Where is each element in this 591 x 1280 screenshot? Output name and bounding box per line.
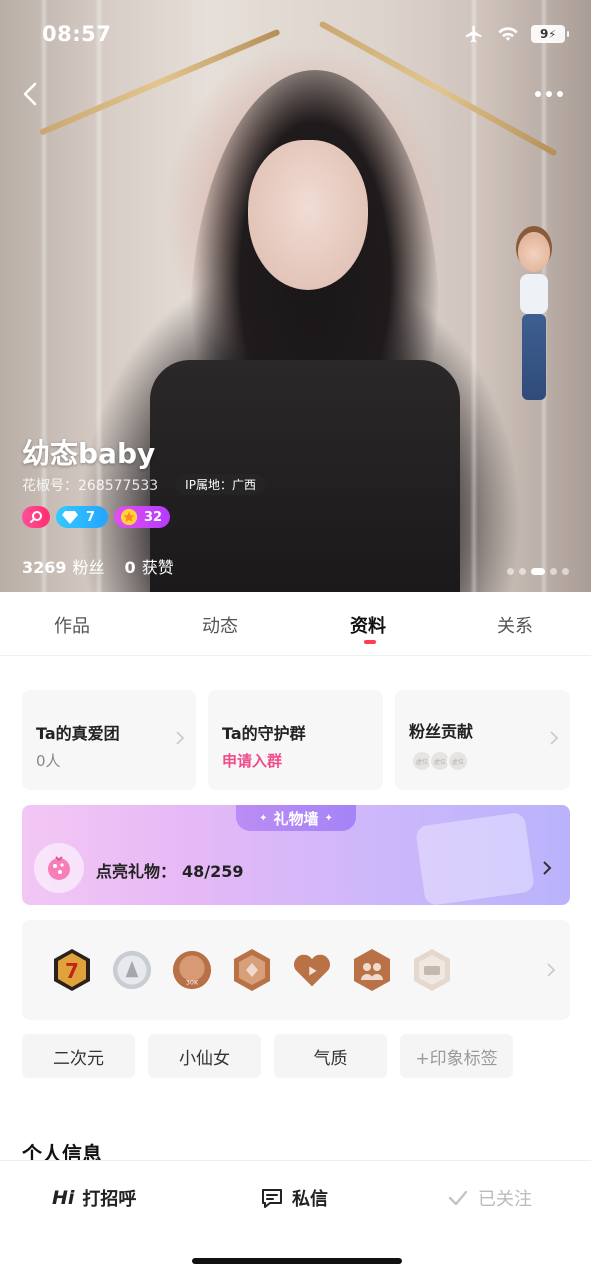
pink-badge-icon — [30, 511, 42, 523]
silver-medal-icon — [112, 950, 152, 990]
star-level-value: 32 — [144, 509, 163, 525]
diamond-icon — [62, 511, 78, 524]
charging-icon: ⚡ — [548, 27, 557, 41]
active-tab-indicator — [364, 640, 376, 644]
status-time: 08:57 — [42, 22, 112, 46]
30k-medal-icon: 30K — [172, 950, 212, 990]
star-icon — [120, 508, 138, 526]
follow-button[interactable]: 已关注 — [446, 1185, 532, 1211]
greet-button[interactable]: Hi 打招呼 — [52, 1185, 136, 1211]
more-options-button[interactable] — [531, 80, 567, 108]
profile-badges: 7 32 — [22, 506, 170, 528]
sparkle-icon: ✦ — [259, 812, 268, 824]
medal-label-30k: 30K — [186, 980, 199, 987]
profile-stats: 3269 粉丝 0 获赞 — [22, 554, 174, 578]
pager-dot — [519, 568, 526, 575]
profile-id-line: 花椒号：268577533 IP属地：广西 — [22, 474, 265, 495]
chevron-right-icon — [550, 731, 559, 745]
heart-play-medal-icon — [293, 954, 331, 987]
profile-tabs: 作品 动态 资料 关系 — [0, 592, 591, 656]
gift-lit-label: 点亮礼物： 48/259 — [96, 858, 244, 882]
gift-wall-banner[interactable]: ✦ 礼物墙 ✦ 点亮礼物： 48/259 — [22, 805, 570, 905]
gift-icon — [34, 843, 84, 893]
impression-tag[interactable]: 二次元 — [22, 1034, 135, 1078]
tab-moments[interactable]: 动态 — [202, 612, 238, 638]
fan-club-card[interactable]: Ta的真爱团 0人 — [22, 690, 196, 790]
greet-label: 打招呼 — [82, 1189, 137, 1210]
fans-label: 粉丝 — [72, 558, 105, 577]
more-dots-icon — [535, 91, 541, 97]
gift-wall-header: ✦ 礼物墙 ✦ — [236, 805, 356, 831]
home-indicator — [192, 1258, 402, 1264]
battery-indicator: 9 ⚡ — [531, 25, 569, 43]
wifi-icon — [498, 27, 518, 41]
fan-club-count: 0人 — [36, 752, 61, 770]
likes-label: 获赞 — [141, 558, 174, 577]
locked-medal-icon — [414, 949, 450, 991]
join-group-link[interactable]: 申请入群 — [222, 750, 282, 771]
chevron-left-icon — [23, 82, 37, 106]
ip-location-badge: IP属地：广西 — [176, 474, 265, 495]
gift-box-decor — [414, 811, 536, 905]
likes-count: 0 — [124, 558, 136, 577]
photo-pager — [507, 568, 569, 575]
guard-group-card[interactable]: Ta的守护群 申请入群 — [208, 690, 383, 790]
lucky-7-medal-icon: 7 — [54, 949, 90, 991]
tab-profile-info[interactable]: 资料 — [350, 612, 386, 638]
message-label: 私信 — [292, 1189, 328, 1210]
battery-level: 9 — [539, 27, 549, 41]
tab-works[interactable]: 作品 — [54, 612, 90, 638]
follow-label: 已关注 — [478, 1189, 532, 1210]
curtain-decor — [470, 0, 478, 592]
likes-stat[interactable]: 0 获赞 — [125, 554, 174, 578]
check-icon — [448, 1190, 468, 1206]
add-impression-tag-button[interactable]: +印象标签 — [400, 1034, 513, 1078]
fans-stat[interactable]: 3269 粉丝 — [22, 554, 105, 578]
pager-dot-active — [531, 568, 545, 575]
status-icons: 9 ⚡ — [463, 24, 569, 44]
fan-contribution-card[interactable]: 粉丝贡献 虚位 虚位 虚位 — [395, 690, 570, 790]
contributor-avatars: 虚位 虚位 虚位 — [411, 750, 469, 772]
pink-badge[interactable] — [22, 506, 50, 528]
profile-id[interactable]: 花椒号：268577533 — [22, 475, 158, 495]
chevron-right-icon — [543, 861, 552, 875]
pager-dot — [550, 568, 557, 575]
sparkle-icon: ✦ — [324, 812, 333, 824]
svg-text:7: 7 — [65, 959, 79, 983]
diamond-level-badge[interactable]: 7 — [56, 506, 108, 528]
impression-tag[interactable]: 气质 — [274, 1034, 387, 1078]
impression-tag[interactable]: 小仙女 — [148, 1034, 261, 1078]
people-medal-icon — [354, 949, 390, 991]
fans-count: 3269 — [22, 558, 67, 577]
hi-icon: Hi — [52, 1187, 75, 1209]
profile-cover-photo[interactable] — [0, 0, 591, 592]
profile-name: 幼态baby — [22, 437, 156, 470]
star-level-badge[interactable]: 32 — [114, 506, 170, 528]
gift-lit-count: 48/259 — [182, 862, 244, 881]
curtain-decor — [95, 0, 103, 592]
medals-card[interactable]: 7 30K — [22, 920, 570, 1020]
chevron-right-icon — [547, 963, 556, 977]
gift-wall-title: 礼物墙 — [273, 809, 319, 828]
fan-contribution-title: 粉丝贡献 — [409, 722, 474, 741]
avatar: 虚位 — [447, 750, 469, 772]
fan-club-title: Ta的真爱团 — [36, 724, 120, 743]
gift-lit-text: 点亮礼物： — [96, 862, 177, 881]
pager-dot — [507, 568, 514, 575]
message-button[interactable]: 私信 — [260, 1185, 328, 1211]
hexagon-medal-icon — [234, 949, 270, 991]
photo-subject-face — [248, 140, 368, 290]
airplane-mode-icon — [465, 25, 482, 43]
chevron-right-icon — [176, 731, 185, 745]
message-icon — [262, 1189, 282, 1208]
diamond-level-value: 7 — [86, 509, 96, 525]
pager-dot — [562, 568, 569, 575]
guard-group-title: Ta的守护群 — [222, 724, 306, 743]
gift-ball-icon — [48, 856, 70, 880]
back-button[interactable] — [16, 78, 48, 110]
virtual-avatar-figure[interactable] — [510, 232, 558, 412]
status-bar: 08:57 9 ⚡ — [0, 0, 591, 70]
tab-relations[interactable]: 关系 — [497, 612, 533, 638]
